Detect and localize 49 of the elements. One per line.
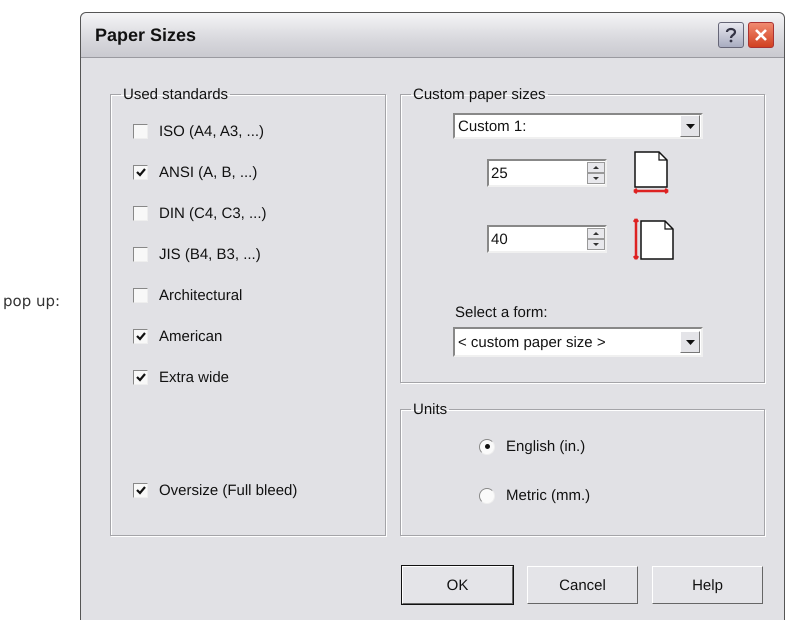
dialog-button[interactable]: OK <box>402 566 513 604</box>
field-label: Select a form: <box>455 304 549 321</box>
checkbox-label: ISO (A4, A3, ...) <box>159 123 264 140</box>
height-spin-box[interactable]: 40 <box>487 225 607 253</box>
checkbox[interactable] <box>133 247 148 262</box>
checkbox[interactable] <box>133 483 148 498</box>
checkbox[interactable] <box>133 124 148 139</box>
checkmark-icon <box>136 486 146 495</box>
radio-button[interactable] <box>479 488 495 504</box>
window-title: Paper Sizes <box>95 24 198 46</box>
dialog-button[interactable]: Help <box>652 566 763 604</box>
checkbox-label: Architectural <box>159 287 242 304</box>
preset-dropdown[interactable]: Custom 1: <box>453 113 703 139</box>
radio-button[interactable] <box>479 438 495 454</box>
checkbox-label: Extra wide <box>159 369 230 386</box>
checkmark-icon <box>136 332 146 341</box>
page-text: pop up: <box>3 292 60 310</box>
caret-icon <box>686 124 694 128</box>
page-width-icon <box>632 151 670 195</box>
close-icon <box>754 28 768 42</box>
checkmark-icon <box>136 168 146 177</box>
group-title: Units <box>412 401 448 418</box>
checkbox-label: American <box>159 328 222 345</box>
width-field[interactable]: 25 <box>489 162 587 184</box>
checkbox[interactable] <box>133 206 148 221</box>
checkbox-label: DIN (C4, C3, ...) <box>159 205 267 222</box>
checkbox-label: ANSI (A, B, ...) <box>159 164 258 181</box>
help-button[interactable] <box>718 22 744 48</box>
caret-icon <box>686 340 694 344</box>
dialog-button[interactable]: Cancel <box>527 566 638 604</box>
group-title: Custom paper sizes <box>412 86 547 103</box>
checkbox[interactable] <box>133 165 148 180</box>
spin-arrows-icon[interactable] <box>587 162 605 184</box>
checkbox[interactable] <box>133 288 148 303</box>
checkmark-icon <box>136 373 146 382</box>
spin-arrows-icon[interactable] <box>587 228 605 250</box>
width-spin-box[interactable]: 25 <box>487 159 607 187</box>
page-height-icon <box>632 217 676 261</box>
checkbox-label: Oversize (Full bleed) <box>159 482 298 499</box>
form-dropdown[interactable]: < custom paper size > <box>453 327 703 357</box>
help-icon <box>725 27 737 43</box>
radio-label: Metric (mm.) <box>506 487 590 504</box>
checkbox[interactable] <box>133 370 148 385</box>
height-field[interactable]: 40 <box>489 228 587 250</box>
checkbox-label: JIS (B4, B3, ...) <box>159 246 261 263</box>
group-title: Used standards <box>122 86 230 103</box>
radio-label: English (in.) <box>506 438 586 455</box>
checkbox[interactable] <box>133 329 148 344</box>
close-button[interactable] <box>748 22 774 48</box>
